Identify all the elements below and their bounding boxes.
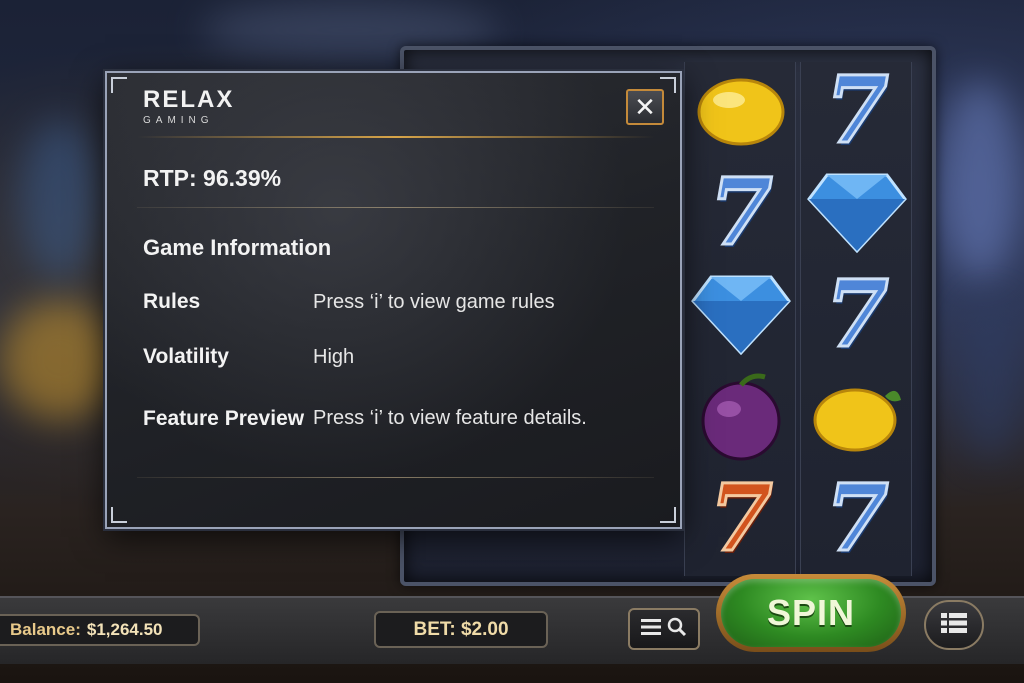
spin-button-frame: SPIN — [716, 574, 906, 652]
section-title: Game Information — [143, 235, 332, 260]
reel-4: 7 7 — [684, 62, 796, 576]
menu-search-button[interactable] — [628, 608, 700, 650]
seven-symbol: 7 — [698, 157, 784, 268]
balance-display: Balance: $1,264.50 — [0, 614, 200, 646]
menu-icon — [641, 618, 661, 641]
seven-symbol: 7 — [814, 55, 900, 166]
close-icon: ✕ — [634, 91, 656, 122]
balance-value: $1,264.50 — [86, 620, 163, 639]
logo-sub-text: GAMING — [143, 115, 214, 126]
balance-label: Balance: — [10, 620, 81, 639]
section-divider — [137, 207, 654, 208]
footer-divider — [137, 477, 654, 478]
spin-button[interactable]: SPIN — [721, 579, 901, 647]
dialog-corner — [111, 507, 127, 523]
bet-display[interactable]: BET: $2.00 — [374, 611, 548, 648]
relax-gaming-logo: RELAX GAMING — [143, 86, 235, 127]
logo-main-text: RELAX — [143, 86, 235, 113]
paytable-icon — [941, 612, 967, 638]
seven-symbol-red: 7 — [698, 463, 784, 574]
paytable-button[interactable] — [924, 600, 984, 650]
seven-symbol: 7 — [814, 259, 900, 370]
rules-value: Press ‘i’ to view game rules — [313, 291, 555, 313]
lemon-symbol — [691, 64, 791, 156]
reel-5: 7 7 7 — [800, 55, 912, 576]
bet-label: BET: $2.00 — [413, 618, 509, 640]
feature-preview-label: Feature Preview — [143, 407, 305, 430]
rules-label: Rules — [143, 290, 201, 313]
game-info-dialog: RELAX GAMING ✕ RTP: 96.39% Game Informat… — [105, 71, 682, 529]
rtp-value: RTP: 96.39% — [143, 165, 282, 191]
volatility-label: Volatility — [143, 345, 229, 368]
volatility-value: High — [313, 346, 355, 368]
spin-label: SPIN — [766, 592, 856, 633]
dialog-corner — [660, 507, 676, 523]
diamond-symbol — [807, 166, 907, 258]
lemon-symbol — [807, 370, 907, 462]
diamond-symbol — [691, 268, 791, 360]
seven-symbol: 7 — [814, 463, 900, 574]
search-icon — [667, 617, 687, 642]
dialog-corner — [111, 77, 127, 93]
plum-symbol — [691, 370, 791, 462]
close-button[interactable]: ✕ — [626, 89, 664, 125]
feature-preview-value: Press ‘i’ to view feature details. — [313, 407, 587, 429]
header-divider — [137, 136, 654, 138]
